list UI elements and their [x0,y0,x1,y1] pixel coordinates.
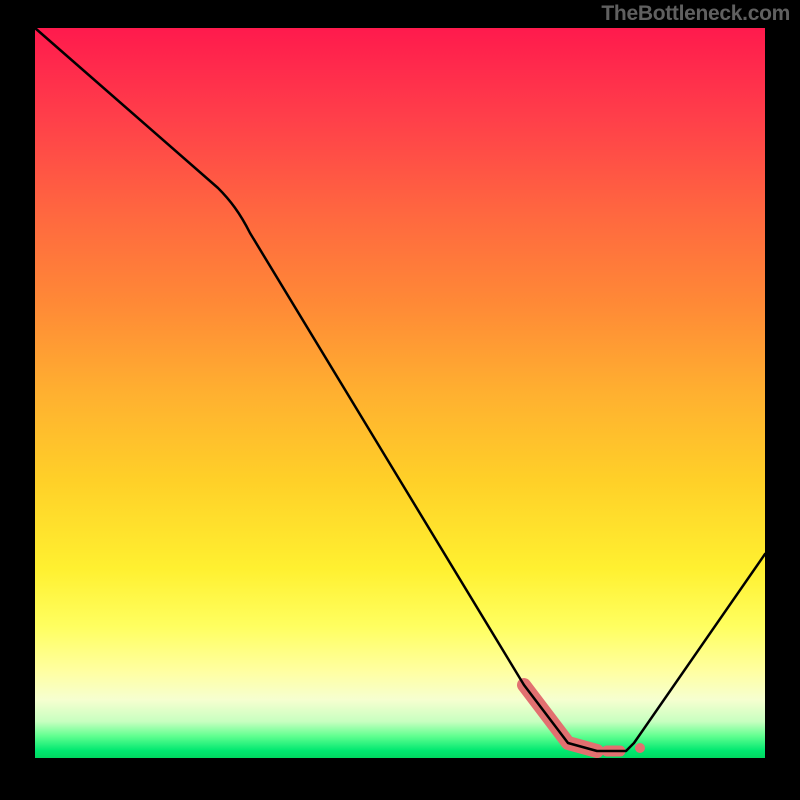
chart-container: TheBottleneck.com [0,0,800,800]
highlight-dot [635,743,645,753]
highlight-segment [524,685,597,751]
plot-area [35,28,765,758]
chart-svg [35,28,765,758]
watermark-text: TheBottleneck.com [601,2,790,26]
main-curve [35,28,765,751]
